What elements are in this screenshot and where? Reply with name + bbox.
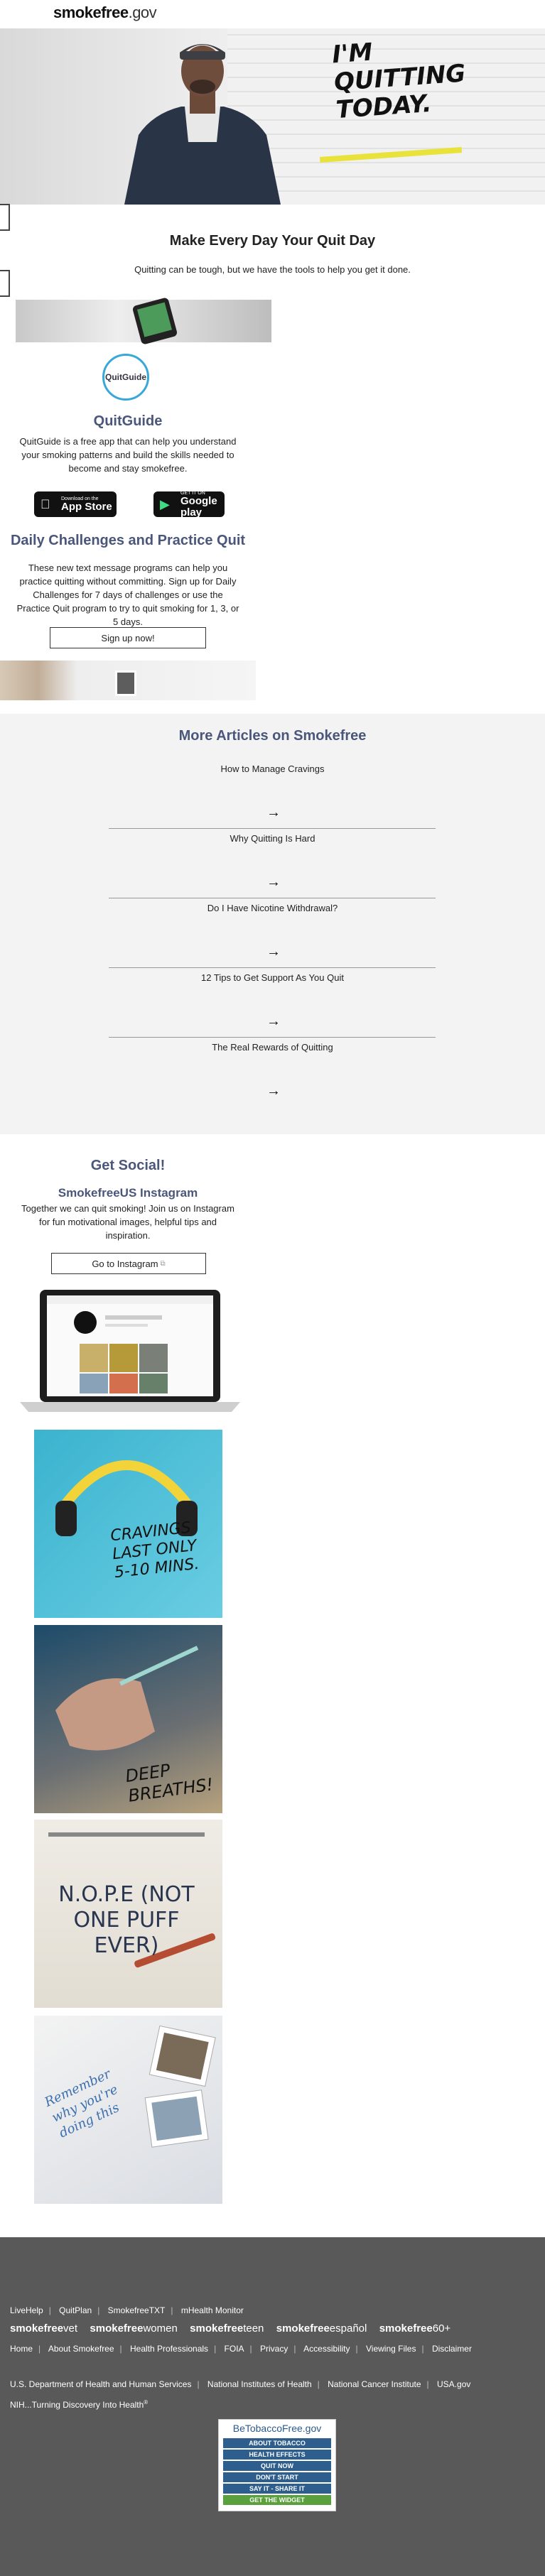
betobaccofree-widget[interactable]: BeTobaccoFree.gov ABOUT TOBACCO HEALTH E… — [218, 2419, 336, 2511]
instagram-tile-breaths[interactable]: DEEP BREATHS! — [34, 1625, 222, 1813]
lifestyle-photo — [0, 661, 256, 700]
btf-row-health: HEALTH EFFECTS — [223, 2450, 331, 2460]
footer-link-hhs[interactable]: U.S. Department of Health and Human Serv… — [10, 2379, 191, 2389]
footer-link-foia[interactable]: FOIA — [225, 2344, 244, 2354]
instagram-tile-nope[interactable]: N.O.P.E (NOT ONE PUFF EVER) — [34, 1820, 222, 2008]
brand-smokefree-women[interactable]: smokefreewomen — [90, 2322, 177, 2335]
article-link-4[interactable]: 12 Tips to Get Support As You Quit — [0, 972, 545, 983]
brand-smokefree-vet[interactable]: smokefreevet — [10, 2322, 77, 2335]
instagram-laptop-image — [20, 1290, 240, 1412]
footer-link-livehelp[interactable]: LiveHelp — [10, 2305, 43, 2315]
footer-brand-row: smokefreevet smokefreewomen smokefreetee… — [10, 2322, 460, 2335]
footer-link-quitplan[interactable]: QuitPlan — [59, 2305, 92, 2315]
social-title: Get Social! — [90, 1158, 166, 1173]
btf-row-share: SAY IT - SHARE IT — [223, 2484, 331, 2494]
hero-man-image — [124, 44, 281, 205]
challenges-title: Daily Challenges and Practice Quit — [10, 533, 246, 548]
instagram-tile-remember[interactable]: Remember why you're doing this — [34, 2016, 222, 2204]
quit-day-subtitle: Quitting can be tough, but we have the t… — [134, 264, 411, 275]
challenges-description: These new text message programs can help… — [16, 563, 239, 627]
hero-banner: I'M QUITTING TODAY. — [0, 28, 545, 205]
footer-site-links: Home | About Smokefree | Health Profession… — [10, 2344, 472, 2354]
footer-link-home[interactable]: Home — [10, 2344, 33, 2354]
instagram-button-label: Go to Instagram — [92, 1258, 158, 1269]
nih-tagline[interactable]: NIH...Turning Discovery Into Health® — [10, 2399, 148, 2410]
hero-headline: I'M QUITTING TODAY. — [331, 38, 467, 125]
arrow-right-icon[interactable]: → — [263, 805, 284, 821]
google-play-badge[interactable]: ▶ GET IT ON Google play — [153, 491, 225, 518]
footer-link-health-professionals[interactable]: Health Professionals — [130, 2344, 208, 2354]
quitguide-logo: QuitGuide — [102, 354, 149, 401]
arrow-right-icon[interactable]: → — [263, 874, 284, 891]
nih-tagline-text: NIH...Turning Discovery Into Health — [10, 2400, 144, 2410]
quitguide-title: QuitGuide — [93, 413, 163, 429]
footer-link-privacy[interactable]: Privacy — [260, 2344, 288, 2354]
footer-link-viewing-files[interactable]: Viewing Files — [366, 2344, 416, 2354]
divider — [109, 828, 436, 829]
instagram-description: Together we can quit smoking! Join us on… — [21, 1203, 234, 1241]
apple-icon:  — [41, 497, 50, 512]
footer-link-mhealth[interactable]: mHealth Monitor — [181, 2305, 244, 2315]
article-link-1[interactable]: How to Manage Cravings — [0, 763, 545, 774]
external-link-icon: ⧉ — [160, 1259, 166, 1268]
site-header: smokefree.gov — [0, 0, 545, 28]
tile-text: N.O.P.E (NOT ONE PUFF EVER) — [58, 1882, 195, 1958]
phone-icon — [131, 297, 178, 345]
carousel-prev-marker[interactable] — [0, 204, 10, 231]
tile-text: CRAVINGS LAST ONLY 5-10 MINS. — [109, 1518, 200, 1582]
footer-apps-row: LiveHelp | QuitPlan | SmokefreeTXT | mHealt… — [10, 2305, 244, 2315]
instagram-title: SmokefreeUS Instagram — [58, 1186, 198, 1200]
footer-link-usagov[interactable]: USA.gov — [437, 2379, 470, 2389]
google-play-big-text: Google play — [180, 494, 217, 518]
articles-title: More Articles on Smokefree — [178, 728, 367, 744]
article-link-3[interactable]: Do I Have Nicotine Withdrawal? — [0, 903, 545, 913]
footer-link-about[interactable]: About Smokefree — [48, 2344, 114, 2354]
divider — [109, 967, 436, 968]
sign-up-button[interactable]: Sign up now! — [50, 627, 206, 648]
instagram-tile-cravings[interactable]: CRAVINGS LAST ONLY 5-10 MINS. — [34, 1430, 222, 1618]
divider — [109, 1037, 436, 1038]
arrow-right-icon[interactable]: → — [263, 1013, 284, 1030]
btf-row-quit: QUIT NOW — [223, 2461, 331, 2471]
quit-day-title: Make Every Day Your Quit Day — [169, 233, 376, 249]
article-link-2[interactable]: Why Quitting Is Hard — [0, 833, 545, 844]
site-logo[interactable]: smokefree.gov — [53, 4, 157, 22]
btf-row-dont-start: DON'T START — [223, 2472, 331, 2482]
brand-smokefree-60plus[interactable]: smokefree60+ — [379, 2322, 451, 2335]
play-icon: ▶ — [160, 497, 170, 511]
footer-agency-links: U.S. Department of Health and Human Serv… — [10, 2379, 471, 2389]
logo-gov-text: .gov — [128, 4, 157, 21]
footer-link-accessibility[interactable]: Accessibility — [303, 2344, 350, 2354]
articles-section — [0, 714, 545, 1134]
picture-frame-graphic — [115, 670, 136, 696]
arrow-right-icon[interactable]: → — [263, 1083, 284, 1099]
logo-text: smokefree — [53, 4, 129, 21]
footer-link-disclaimer[interactable]: Disclaimer — [432, 2344, 472, 2354]
registered-mark: ® — [144, 2399, 149, 2406]
phone-app-image — [16, 297, 271, 345]
app-store-big-text: App Store — [61, 500, 112, 513]
btf-header: BeTobaccoFree.gov — [232, 2423, 322, 2434]
footer-link-nci[interactable]: National Cancer Institute — [328, 2379, 421, 2389]
btf-cta: GET THE WIDGET — [223, 2495, 331, 2505]
article-link-5[interactable]: The Real Rewards of Quitting — [0, 1042, 545, 1053]
footer-link-smokefreetxt[interactable]: SmokefreeTXT — [108, 2305, 166, 2315]
footer-link-nih[interactable]: National Institutes of Health — [207, 2379, 312, 2389]
btf-row-about: ABOUT TOBACCO — [223, 2438, 331, 2448]
instagram-button[interactable]: Go to Instagram ⧉ — [51, 1253, 206, 1274]
quitguide-description: QuitGuide is a free app that can help yo… — [19, 436, 237, 474]
brand-smokefree-espanol[interactable]: smokefreeespañol — [276, 2322, 367, 2335]
brand-smokefree-teen[interactable]: smokefreeteen — [190, 2322, 264, 2335]
app-store-badge[interactable]:  Download on the App Store — [34, 491, 117, 517]
arrow-right-icon[interactable]: → — [263, 944, 284, 960]
